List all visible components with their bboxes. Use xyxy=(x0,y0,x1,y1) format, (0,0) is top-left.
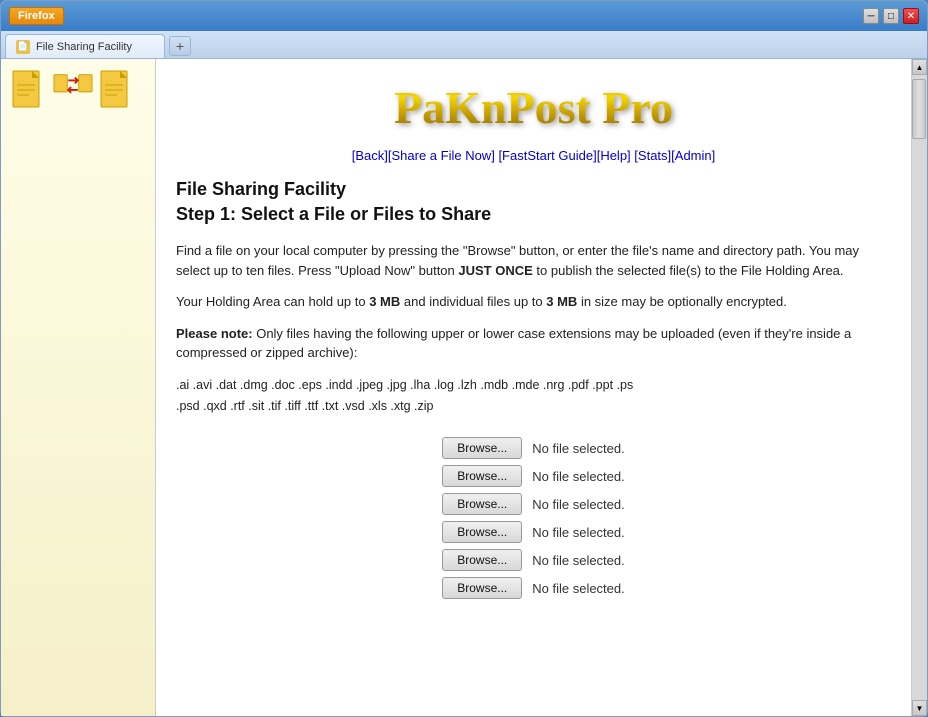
sidebar-icons xyxy=(9,69,137,109)
minimize-button[interactable]: ─ xyxy=(863,8,879,24)
upload-arrow-icon xyxy=(53,70,93,108)
desc2-end: in size may be optionally encrypted. xyxy=(577,294,787,309)
browse-button-2[interactable]: Browse... xyxy=(442,465,522,487)
close-button[interactable]: ✕ xyxy=(903,8,919,24)
desc2-mid: and individual files up to xyxy=(400,294,546,309)
file-types: .ai .avi .dat .dmg .doc .eps .indd .jpeg… xyxy=(176,375,891,418)
browse-row-1: Browse... No file selected. xyxy=(442,437,625,459)
desc2-bold2: 3 MB xyxy=(546,294,577,309)
browse-button-1[interactable]: Browse... xyxy=(442,437,522,459)
file-types-line2: .psd .qxd .rtf .sit .tif .tiff .ttf .txt… xyxy=(176,396,891,417)
left-sidebar xyxy=(1,59,156,716)
browser-window: Firefox ─ □ ✕ 📄 File Sharing Facility + xyxy=(0,0,928,717)
nav-back[interactable]: [Back] xyxy=(352,148,388,163)
browse-row-5: Browse... No file selected. xyxy=(442,549,625,571)
browse-row-4: Browse... No file selected. xyxy=(442,521,625,543)
document-icon-left xyxy=(9,69,49,109)
browse-button-6[interactable]: Browse... xyxy=(442,577,522,599)
file-types-line1: .ai .avi .dat .dmg .doc .eps .indd .jpeg… xyxy=(176,375,891,396)
nav-faststart[interactable]: [FastStart Guide] xyxy=(498,148,596,163)
tab-label: File Sharing Facility xyxy=(36,41,132,53)
no-file-3: No file selected. xyxy=(532,497,625,512)
title-bar-left: Firefox xyxy=(9,7,64,25)
page-title: File Sharing Facility xyxy=(176,179,891,200)
nav-links: [Back][Share a File Now] [FastStart Guid… xyxy=(176,148,891,163)
note-bold: Please note: xyxy=(176,326,253,341)
nav-stats[interactable]: [Stats] xyxy=(634,148,671,163)
tab-bar: 📄 File Sharing Facility + xyxy=(1,31,927,59)
browse-row-3: Browse... No file selected. xyxy=(442,493,625,515)
browse-row-2: Browse... No file selected. xyxy=(442,465,625,487)
scrollbar-up-button[interactable]: ▲ xyxy=(912,59,927,75)
no-file-1: No file selected. xyxy=(532,441,625,456)
tab-favicon: 📄 xyxy=(16,40,30,54)
scrollbar[interactable]: ▲ ▼ xyxy=(911,59,927,716)
no-file-2: No file selected. xyxy=(532,469,625,484)
no-file-5: No file selected. xyxy=(532,553,625,568)
description-1: Find a file on your local computer by pr… xyxy=(176,241,891,280)
firefox-button[interactable]: Firefox xyxy=(9,7,64,25)
page-content: PaKnPost Pro [Back][Share a File Now] [F… xyxy=(156,59,911,716)
note-text: Only files having the following upper or… xyxy=(176,326,851,361)
title-bar: Firefox ─ □ ✕ xyxy=(1,1,927,31)
new-tab-button[interactable]: + xyxy=(169,36,191,56)
no-file-4: No file selected. xyxy=(532,525,625,540)
content-inner: PaKnPost Pro [Back][Share a File Now] [F… xyxy=(156,59,911,619)
browse-row-6: Browse... No file selected. xyxy=(442,577,625,599)
scrollbar-thumb[interactable] xyxy=(912,79,926,139)
scrollbar-down-button[interactable]: ▼ xyxy=(912,700,927,716)
desc1-end: to publish the selected file(s) to the F… xyxy=(533,263,844,278)
browser-tab[interactable]: 📄 File Sharing Facility xyxy=(5,34,165,58)
logo-text: PaKnPost Pro xyxy=(394,81,673,134)
browse-button-4[interactable]: Browse... xyxy=(442,521,522,543)
desc2-bold1: 3 MB xyxy=(369,294,400,309)
page-subtitle: Step 1: Select a File or Files to Share xyxy=(176,204,891,225)
document-icon-right xyxy=(97,69,137,109)
browse-section: Browse... No file selected. Browse... No… xyxy=(176,437,891,599)
scrollbar-track[interactable] xyxy=(912,75,927,700)
desc1-bold: JUST ONCE xyxy=(458,263,532,278)
logo-area: PaKnPost Pro xyxy=(176,69,891,142)
nav-share[interactable]: [Share a File Now] xyxy=(388,148,495,163)
desc2-start: Your Holding Area can hold up to xyxy=(176,294,369,309)
title-bar-controls: ─ □ ✕ xyxy=(863,8,919,24)
browse-button-5[interactable]: Browse... xyxy=(442,549,522,571)
browse-button-3[interactable]: Browse... xyxy=(442,493,522,515)
no-file-6: No file selected. xyxy=(532,581,625,596)
maximize-button[interactable]: □ xyxy=(883,8,899,24)
browser-main: PaKnPost Pro [Back][Share a File Now] [F… xyxy=(1,59,927,716)
nav-help[interactable]: [Help] xyxy=(597,148,631,163)
please-note: Please note: Only files having the follo… xyxy=(176,324,891,363)
nav-admin[interactable]: [Admin] xyxy=(671,148,715,163)
description-2: Your Holding Area can hold up to 3 MB an… xyxy=(176,292,891,312)
